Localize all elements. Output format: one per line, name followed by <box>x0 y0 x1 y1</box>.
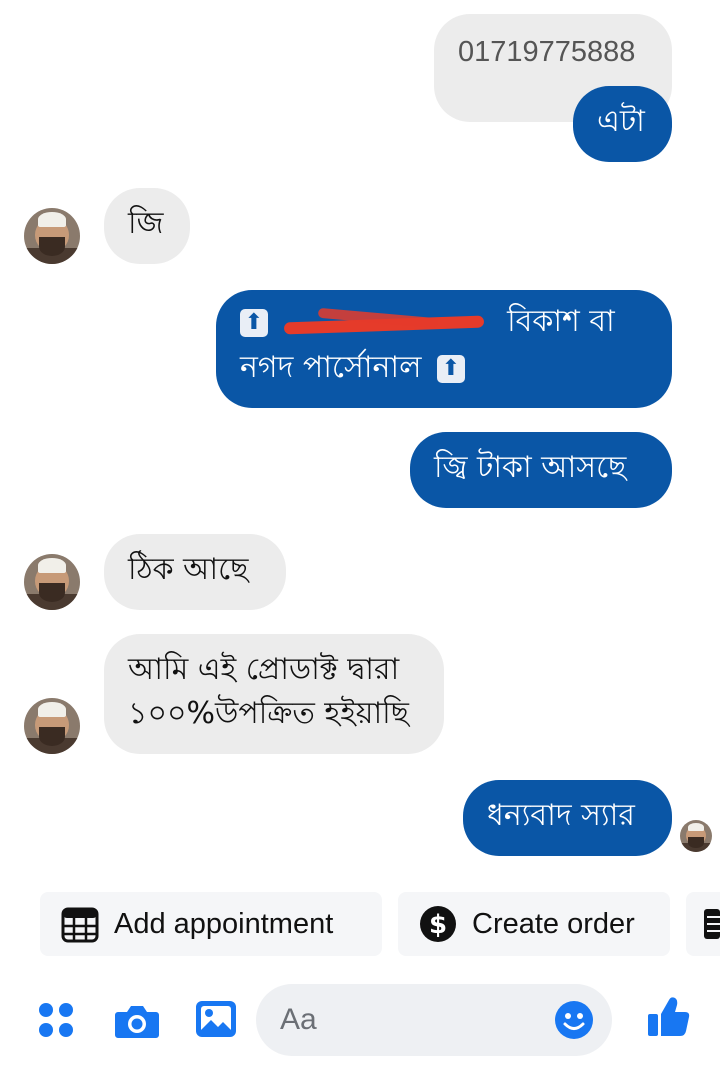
more-actions-button[interactable] <box>686 892 720 956</box>
contact-avatar[interactable] <box>24 554 80 610</box>
message-text: আমি এই প্রোডাক্ট দ্বারা <box>128 652 400 687</box>
svg-text:$: $ <box>429 910 447 940</box>
emoji-icon[interactable] <box>554 1000 594 1040</box>
message-bubble-outgoing[interactable]: জ্বি টাকা আসছে <box>410 432 672 508</box>
up-arrow-icon: ⬆ <box>437 354 466 383</box>
message-bubble-incoming[interactable]: আমি এই প্রোডাক্ট দ্বারা ১০০%উপক্রিত হইয়… <box>104 634 444 754</box>
create-order-button[interactable]: $ Create order <box>398 892 670 956</box>
calendar-icon <box>60 904 100 944</box>
list-icon <box>704 907 720 941</box>
up-arrow-icon: ⬆ <box>240 308 268 337</box>
message-text: ১০০%উপক্রিত হইয়াছি <box>128 696 409 731</box>
redacted-number <box>278 307 498 337</box>
message-text: এটা <box>597 104 645 139</box>
message-text: নগদ পার্সোনাল <box>240 350 422 385</box>
message-text: জি <box>128 206 164 241</box>
message-text: জ্বি টাকা আসছে <box>434 450 627 485</box>
message-bubble-payment-info[interactable]: ⬆ বিকাশ বা নগদ পার্সোনাল ⬆ <box>216 290 672 408</box>
camera-icon[interactable] <box>114 1000 160 1040</box>
contact-avatar[interactable] <box>24 698 80 754</box>
dollar-icon: $ <box>418 904 458 944</box>
image-icon[interactable] <box>194 998 238 1040</box>
seen-receipt-avatar <box>680 820 712 852</box>
menu-dots-icon[interactable] <box>36 1000 76 1040</box>
message-text: বিকাশ বা <box>507 304 615 339</box>
message-bubble-outgoing[interactable]: ধন্যবাদ স্যার <box>463 780 672 856</box>
add-appointment-label: Add appointment <box>114 907 334 940</box>
add-appointment-button[interactable]: Add appointment <box>40 892 382 956</box>
message-bubble-outgoing[interactable]: এটা <box>573 86 672 162</box>
message-text: 01719775888 <box>458 36 636 68</box>
message-text: ঠিক আছে <box>128 552 249 587</box>
like-icon[interactable] <box>646 994 692 1040</box>
message-bubble-incoming[interactable]: জি <box>104 188 190 264</box>
contact-avatar[interactable] <box>24 208 80 264</box>
message-input-placeholder: Aa <box>280 1003 317 1036</box>
message-bubble-incoming[interactable]: ঠিক আছে <box>104 534 286 610</box>
message-text: ধন্যবাদ স্যার <box>487 798 635 833</box>
create-order-label: Create order <box>472 907 635 940</box>
